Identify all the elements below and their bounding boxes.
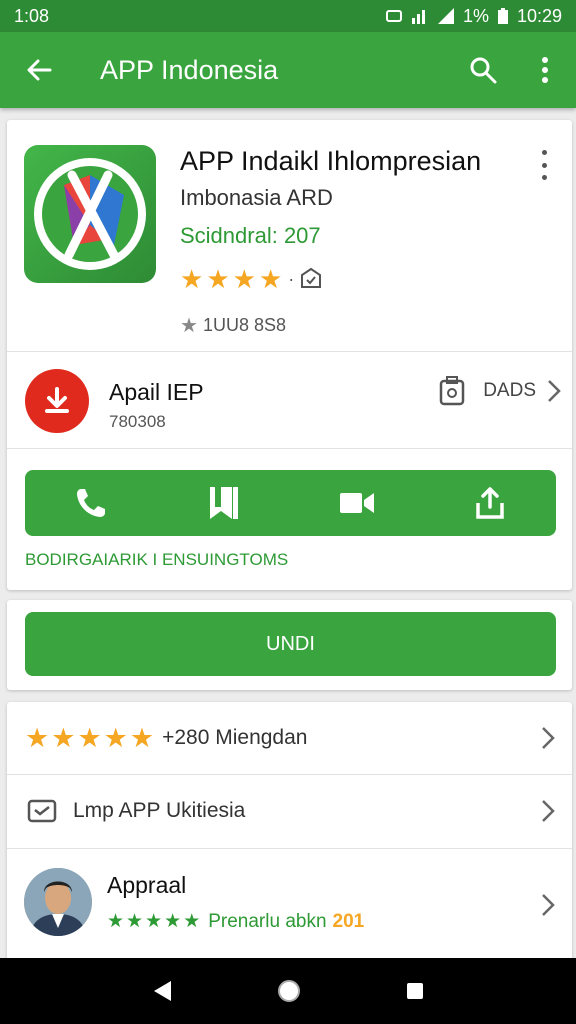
download-button[interactable] bbox=[25, 369, 89, 433]
ratings-text: +280 Miengdan bbox=[162, 726, 308, 749]
battery-icon bbox=[497, 8, 508, 24]
cell-signal-icon bbox=[437, 8, 454, 24]
share-button[interactable] bbox=[455, 470, 525, 536]
avatar bbox=[24, 868, 92, 936]
star-icon: ★ bbox=[77, 723, 102, 753]
star-icon: ★ bbox=[183, 911, 201, 932]
star-icon: ★ bbox=[25, 723, 50, 753]
search-icon bbox=[470, 57, 497, 84]
app-developer[interactable]: Imbonasia ARD bbox=[180, 185, 333, 211]
chevron-right-icon bbox=[542, 800, 555, 822]
bookmark-button[interactable] bbox=[189, 470, 259, 536]
install-row[interactable]: Apail IEP 780308 DADS bbox=[7, 352, 572, 448]
page-title: APP Indonesia bbox=[100, 54, 279, 85]
main-action-button[interactable]: UNDI bbox=[25, 612, 556, 676]
call-button[interactable] bbox=[56, 470, 126, 536]
message-icon bbox=[27, 799, 57, 823]
arrow-left-icon bbox=[27, 59, 52, 81]
status-icons: 1% 10:29 bbox=[385, 6, 562, 27]
chevron-right-icon bbox=[542, 727, 555, 749]
content-rating-icon bbox=[301, 267, 322, 288]
downloads-count: ★ 1UU8 8S8 bbox=[180, 313, 286, 338]
review-row[interactable]: Appraal ★ ★ ★ ★ ★ Prenarlu abkn 201 bbox=[7, 848, 572, 962]
download-icon bbox=[45, 387, 69, 413]
star-icon: ★ bbox=[180, 264, 204, 294]
search-button[interactable] bbox=[452, 32, 514, 108]
star-icon: ★ bbox=[107, 911, 125, 932]
recents-nav-button[interactable] bbox=[405, 981, 425, 1001]
back-nav-button[interactable] bbox=[151, 979, 173, 1003]
overflow-menu-button[interactable] bbox=[514, 32, 576, 108]
card-overflow-button[interactable] bbox=[534, 150, 554, 180]
chevron-right-icon bbox=[548, 380, 561, 402]
battery-percent: 1% bbox=[462, 5, 489, 26]
data-button[interactable]: DADS bbox=[439, 376, 562, 406]
star-icon: ★ bbox=[126, 911, 144, 932]
app-logo-icon bbox=[24, 145, 156, 283]
app-info-text: Lmp APP Ukitiesia bbox=[73, 799, 246, 822]
star-icon: ★ bbox=[232, 264, 256, 294]
bookmark-icon bbox=[210, 487, 239, 519]
back-button[interactable] bbox=[0, 32, 78, 108]
review-badge: 201 bbox=[332, 910, 365, 932]
phone-icon bbox=[77, 489, 106, 517]
app-bar: APP Indonesia bbox=[0, 32, 576, 108]
star-icon: ★ bbox=[206, 264, 230, 294]
app-category: Scidndral: 207 bbox=[180, 223, 321, 248]
star-outline-icon: ★ bbox=[180, 315, 198, 337]
review-text: Prenarlu abkn bbox=[208, 910, 327, 932]
star-icon: ★ bbox=[258, 264, 283, 294]
rating-separator: · bbox=[288, 268, 295, 289]
action-bar bbox=[25, 470, 556, 536]
home-nav-button[interactable] bbox=[276, 978, 302, 1004]
star-icon: ★ bbox=[129, 723, 155, 753]
install-subtitle: 780308 bbox=[109, 412, 166, 431]
tagline-text: BODIRGAIARIK I ENSUINGTOMS bbox=[25, 550, 289, 569]
chevron-right-icon bbox=[542, 894, 555, 916]
star-icon: ★ bbox=[103, 723, 128, 753]
data-label: DADS bbox=[483, 380, 536, 401]
details-list-card: ★ ★ ★ ★ ★ +280 Miengdan Lmp APP Ukitiesi… bbox=[7, 702, 572, 962]
signal-icon bbox=[411, 10, 425, 24]
more-vert-icon bbox=[542, 57, 548, 83]
star-icon: ★ bbox=[51, 723, 76, 753]
app-title: APP Indaikl Ihlompresian bbox=[180, 146, 482, 176]
status-time-left: 1:08 bbox=[14, 5, 50, 26]
app-info-row[interactable]: Lmp APP Ukitiesia bbox=[7, 774, 572, 848]
status-time-right: 10:29 bbox=[516, 5, 562, 26]
app-details-card: APP Indaikl Ihlompresian Imbonasia ARD S… bbox=[7, 120, 572, 590]
star-icon: ★ bbox=[145, 911, 163, 932]
storage-icon bbox=[439, 376, 465, 406]
navigation-bar bbox=[0, 958, 576, 1024]
rating-stars: ★ ★ ★ ★ ★ bbox=[25, 723, 155, 753]
downloads-value: 1UU8 8S8 bbox=[202, 315, 286, 335]
ratings-row[interactable]: ★ ★ ★ ★ ★ +280 Miengdan bbox=[7, 702, 572, 774]
status-bar: 1:08 1% 10:29 bbox=[0, 0, 576, 32]
app-rating: ★ ★ ★ ★ · bbox=[180, 266, 322, 292]
star-icon: ★ bbox=[164, 911, 182, 932]
video-camera-icon bbox=[339, 493, 374, 513]
notification-icon bbox=[385, 10, 402, 22]
reviewer-name: Appraal bbox=[107, 872, 187, 898]
share-icon bbox=[475, 487, 504, 519]
main-action-card: UNDI bbox=[7, 600, 572, 690]
video-button[interactable] bbox=[322, 470, 392, 536]
install-title: Apail IEP bbox=[109, 379, 204, 405]
divider bbox=[7, 448, 572, 449]
review-summary: ★ ★ ★ ★ ★ Prenarlu abkn 201 bbox=[107, 910, 364, 933]
